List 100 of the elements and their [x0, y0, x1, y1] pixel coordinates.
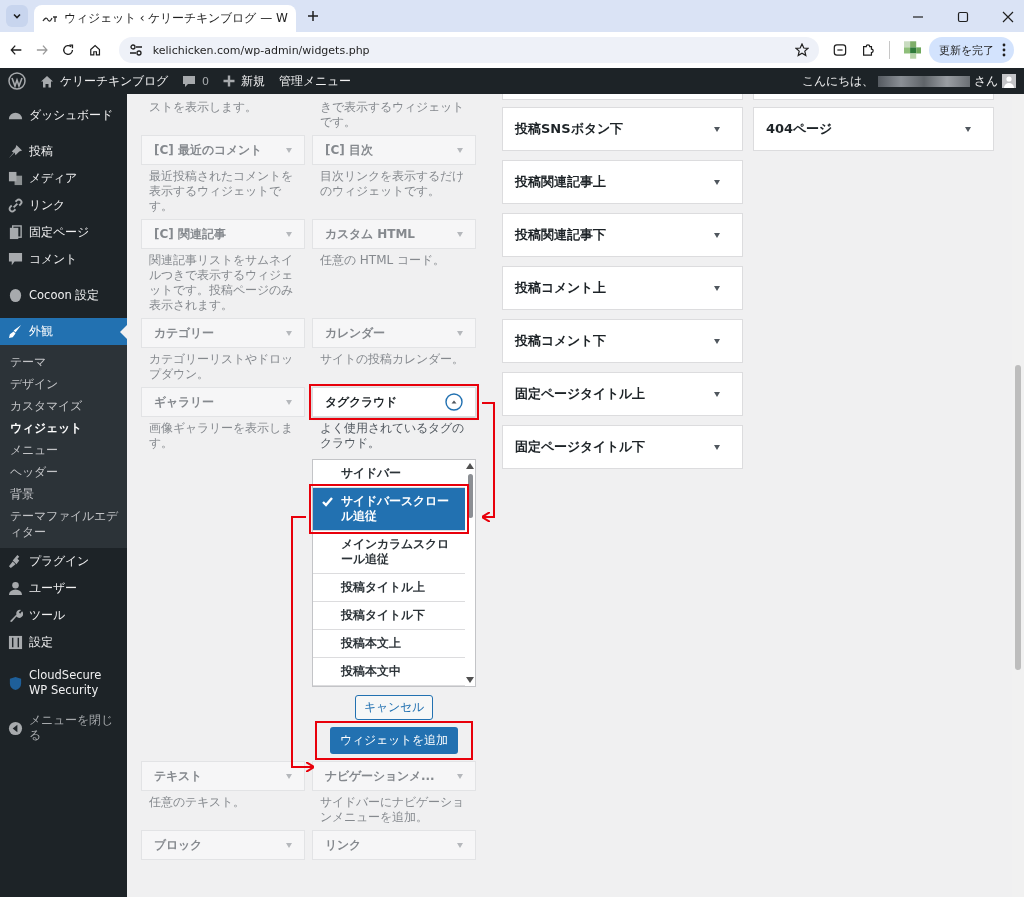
chevron-down-icon: [12, 11, 22, 21]
puzzle-icon[interactable]: [860, 42, 875, 58]
add-widget-button[interactable]: ウィジェットを追加: [330, 727, 458, 754]
sidebar-option[interactable]: 投稿本文中: [313, 658, 465, 686]
close-icon[interactable]: [1002, 11, 1014, 23]
submenu-item[interactable]: ウィジェット: [0, 417, 127, 439]
site-name-link[interactable]: ケリーチキンブログ: [60, 72, 168, 90]
sidebar-option[interactable]: メインカラムスクロール追従: [313, 531, 465, 574]
site-info-icon[interactable]: [128, 43, 143, 57]
caret-icon[interactable]: [714, 444, 720, 450]
reload-icon[interactable]: [62, 43, 75, 57]
widget-area-header[interactable]: 投稿関連記事上: [502, 160, 743, 204]
link-icon: [8, 198, 23, 213]
sidebar-item[interactable]: 投稿: [0, 138, 127, 165]
widget-description: サイトの投稿カレンダー。: [319, 351, 465, 367]
back-icon[interactable]: [10, 43, 23, 57]
submenu-item[interactable]: 背景: [0, 483, 127, 505]
caret-icon[interactable]: [714, 179, 720, 185]
plus-icon[interactable]: [223, 75, 235, 87]
widget-description: 目次リンクを表示するだけのウィジェットです。: [319, 168, 465, 199]
sidebar-item[interactable]: メディア: [0, 165, 127, 192]
collapse-menu-button[interactable]: メニューを閉じる: [0, 710, 127, 746]
home-icon[interactable]: [88, 43, 101, 57]
widget-header[interactable]: タグクラウド: [312, 387, 476, 417]
extension-icon[interactable]: [832, 42, 847, 58]
scroll-up-icon[interactable]: [466, 463, 474, 469]
shield-icon: [8, 675, 23, 691]
widget-area-header[interactable]: 404ページ: [753, 107, 994, 151]
greeting-text: こんにちは、: [802, 72, 874, 90]
widget-area-header[interactable]: 投稿コメント下: [502, 319, 743, 363]
sidebar-item[interactable]: ユーザー: [0, 575, 127, 602]
caret-icon[interactable]: [965, 126, 971, 132]
scroll-down-icon[interactable]: [466, 677, 474, 683]
checkmark-icon: [322, 497, 333, 507]
widget-description: 最近投稿されたコメントを表示するウィジェットです。: [148, 168, 294, 214]
caret-icon[interactable]: [714, 126, 720, 132]
caret-icon[interactable]: [714, 391, 720, 397]
widget-area-header[interactable]: 固定ページタイトル下: [502, 425, 743, 469]
widget-description: カテゴリーリストやドロップダウン。: [148, 351, 294, 382]
speech-bubble-icon: [8, 252, 23, 267]
home-icon[interactable]: [40, 74, 54, 88]
forward-icon[interactable]: [36, 43, 49, 57]
sidebar-item[interactable]: ダッシュボード: [0, 102, 127, 129]
browser-tab[interactable]: ウィジェット ‹ ケリーチキンブログ — W: [34, 5, 296, 32]
settings-icon: [8, 635, 23, 650]
submenu-item[interactable]: ヘッダー: [0, 461, 127, 483]
submenu-item[interactable]: テーマファイルエディター: [0, 505, 127, 540]
honorific-text: さん: [974, 72, 998, 90]
widget-description: 任意の HTML コード。: [319, 252, 447, 268]
widget-description: サイドバーにナビゲーションメニューを追加。: [319, 794, 465, 825]
sidebar-item[interactable]: Cocoon 設定: [0, 282, 127, 309]
widget-area-header[interactable]: 固定ページタイトル上: [502, 372, 743, 416]
sidebar-option[interactable]: 投稿本文上: [313, 630, 465, 658]
address-bar[interactable]: kelichicken.com/wp-admin/widgets.php: [118, 37, 819, 63]
widget-description: ストを表示します。: [148, 99, 258, 115]
widget-description: よく使用されているタグのクラウド。: [319, 420, 465, 451]
tab-list-button[interactable]: [6, 5, 28, 27]
brush-icon: [8, 324, 23, 339]
widget-description: きで表示するウィジェットです。: [319, 99, 465, 130]
sidebar-item[interactable]: CloudSecure WP Security: [0, 665, 127, 701]
sidebar-item[interactable]: ツール: [0, 602, 127, 629]
update-button[interactable]: 更新を完了: [929, 37, 1014, 63]
submenu-item[interactable]: メニュー: [0, 439, 127, 461]
widget-area-header[interactable]: 投稿SNSボタン下: [502, 107, 743, 151]
submenu-item[interactable]: デザイン: [0, 373, 127, 395]
caret-icon[interactable]: [714, 285, 720, 291]
wordpress-logo-icon[interactable]: [8, 72, 26, 90]
cancel-button[interactable]: キャンセル: [355, 695, 433, 720]
submenu-item[interactable]: カスタマイズ: [0, 395, 127, 417]
speech-bubble-icon[interactable]: [182, 74, 196, 88]
widget-area-header[interactable]: 投稿関連記事下: [502, 213, 743, 257]
egg-icon: [8, 288, 23, 303]
new-link[interactable]: 新規: [241, 72, 265, 90]
sidebar-item[interactable]: 固定ページ: [0, 219, 127, 246]
pin-icon: [8, 144, 23, 159]
bookmark-star-icon[interactable]: [794, 43, 809, 57]
widget-description: 任意のテキスト。: [148, 794, 246, 810]
widget-description: 関連記事リストをサムネイルつきで表示するウィジェットです。投稿ページのみ表示されます。: [148, 252, 294, 313]
widget-area-header[interactable]: 投稿コメント上: [502, 266, 743, 310]
more-menu-icon[interactable]: [1002, 43, 1006, 57]
wrench-icon: [8, 608, 23, 623]
profile-avatar-icon[interactable]: [903, 40, 921, 60]
arrow-left-icon: [8, 720, 23, 736]
sidebar-item[interactable]: コメント: [0, 246, 127, 273]
admin-menu-link[interactable]: 管理メニュー: [279, 72, 351, 90]
media-icon: [8, 171, 23, 186]
sidebar-option[interactable]: 投稿タイトル上: [313, 574, 465, 602]
sidebar-item[interactable]: 外観: [0, 318, 127, 345]
widget-description: 画像ギャラリーを表示します。: [148, 420, 294, 451]
sidebar-item[interactable]: 設定: [0, 629, 127, 656]
submenu-item[interactable]: テーマ: [0, 351, 127, 373]
sidebar-option[interactable]: 投稿タイトル下: [313, 602, 465, 630]
site-favicon-icon: [42, 13, 58, 24]
sidebar-item[interactable]: リンク: [0, 192, 127, 219]
sidebar-item[interactable]: プラグイン: [0, 548, 127, 575]
caret-icon[interactable]: [714, 338, 720, 344]
caret-icon[interactable]: [714, 232, 720, 238]
collapse-toggle-icon[interactable]: [445, 393, 463, 411]
maximize-icon[interactable]: [957, 11, 969, 23]
pages-icon: [8, 225, 23, 240]
